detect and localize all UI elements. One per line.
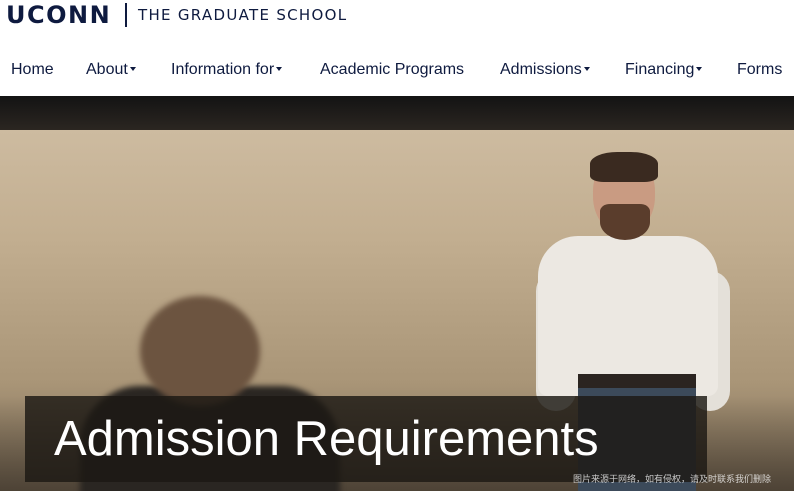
- chevron-down-icon: [276, 66, 283, 71]
- hero-photo-curtain: [0, 96, 794, 130]
- nav-item-label: Information for: [171, 61, 275, 78]
- nav-item-label: Forms: [737, 61, 783, 78]
- site-header: UCONN THE GRADUATE SCHOOL Home About Inf…: [0, 0, 794, 96]
- chevron-down-icon: [583, 66, 590, 71]
- main-nav: Home About Information for Academic Prog…: [0, 58, 794, 84]
- audience-member-head: [140, 296, 260, 406]
- nav-item-academic-programs[interactable]: Academic Programs: [320, 58, 464, 82]
- page-title: Admission Requirements: [54, 412, 599, 466]
- hero-banner: Admission Requirements 图片来源于网络，如有侵权，请及时联…: [0, 96, 794, 491]
- logo-divider: [125, 3, 127, 27]
- school-name[interactable]: THE GRADUATE SCHOOL: [138, 6, 347, 24]
- chevron-down-icon: [129, 66, 136, 71]
- nav-item-home[interactable]: Home: [11, 58, 54, 82]
- nav-item-about[interactable]: About: [86, 58, 136, 82]
- performer-belt: [578, 374, 696, 388]
- nav-item-information-for[interactable]: Information for: [171, 58, 283, 82]
- uconn-logo[interactable]: UCONN: [6, 1, 111, 29]
- image-watermark: 图片来源于网络，如有侵权，请及时联系我们删除: [573, 475, 772, 485]
- chevron-down-icon: [696, 66, 703, 71]
- performer-shirt: [538, 236, 718, 396]
- nav-item-label: Home: [11, 61, 54, 78]
- nav-item-financing[interactable]: Financing: [625, 58, 703, 82]
- nav-item-label: Financing: [625, 61, 695, 78]
- performer-hair: [590, 152, 658, 182]
- nav-item-admissions[interactable]: Admissions: [500, 58, 590, 82]
- performer-beard: [600, 204, 650, 240]
- nav-item-label: Admissions: [500, 61, 582, 78]
- nav-item-label: About: [86, 61, 128, 78]
- nav-item-forms[interactable]: Forms: [737, 58, 782, 82]
- nav-item-label: Academic Programs: [320, 61, 465, 78]
